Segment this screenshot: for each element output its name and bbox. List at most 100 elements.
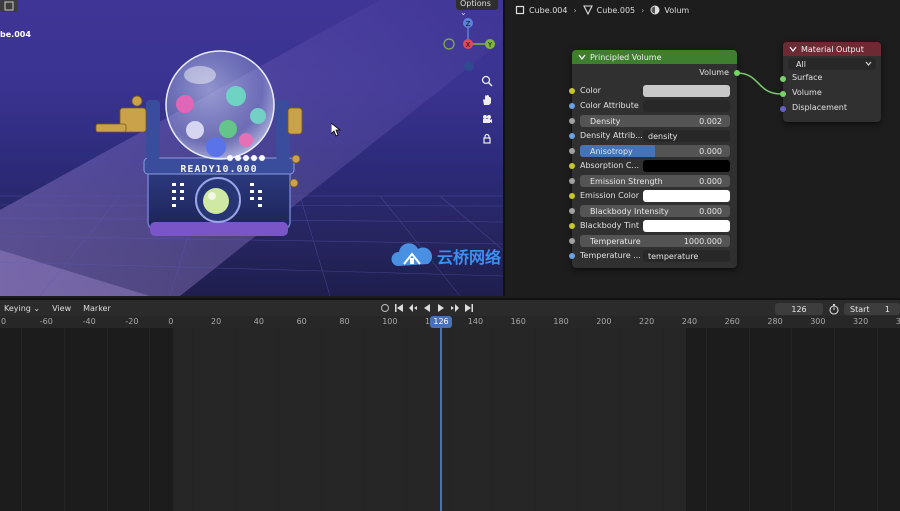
jump-to-keyframe-next-icon[interactable] xyxy=(450,303,460,313)
attribute-field-temperature[interactable]: temperature xyxy=(643,250,730,262)
output-volume-label: Volume xyxy=(699,68,729,77)
view-menu[interactable]: View xyxy=(52,304,71,313)
ruler-tick: 260 xyxy=(724,317,740,326)
input-socket-blackbody-tint[interactable] xyxy=(569,223,575,229)
collapse-chevron-icon[interactable] xyxy=(578,53,586,61)
shader-node-editor[interactable]: Cube.004 › Cube.005 › Volum Principled V… xyxy=(503,0,900,296)
play-icon[interactable] xyxy=(436,303,446,313)
node-header[interactable]: Material Output xyxy=(783,42,881,56)
attribute-field-density-attrib[interactable]: density xyxy=(643,130,730,142)
node-title: Material Output xyxy=(801,44,864,54)
frame-gridline xyxy=(320,328,322,511)
color-swatch-emission-color[interactable] xyxy=(643,190,730,202)
attribute-field-color-attribute[interactable] xyxy=(643,100,730,112)
slider-anisotropy[interactable]: Anisotropy 0.000 xyxy=(580,145,730,157)
input-surface-label: Surface xyxy=(792,73,823,82)
frame-gridline xyxy=(149,328,151,511)
input-socket-density[interactable] xyxy=(569,118,575,124)
input-label-blackbody-tint: Blackbody Tint xyxy=(580,221,640,230)
slider-value: 1000.000 xyxy=(683,236,722,246)
input-socket-temperature[interactable] xyxy=(569,253,575,259)
slider-temperature[interactable]: Temperature 1000.000 xyxy=(580,235,730,247)
input-socket-anisotropy[interactable] xyxy=(569,148,575,154)
ruler-tick: 40 xyxy=(253,317,264,326)
node-header[interactable]: Principled Volume xyxy=(572,50,737,64)
material-output-node[interactable]: Material Output All Surface Volume Displ… xyxy=(780,42,881,122)
axis-z-label: Z xyxy=(466,20,471,28)
playhead-frame-badge[interactable]: 126 xyxy=(430,316,452,328)
timeline-area[interactable] xyxy=(0,328,900,511)
ruler-tick: 280 xyxy=(767,317,783,326)
stopwatch-icon[interactable] xyxy=(828,303,840,315)
input-socket-emission-strength[interactable] xyxy=(569,178,575,184)
ruler-tick: 100 xyxy=(382,317,398,326)
machine-sign: READY10.000 xyxy=(180,164,257,175)
options-dropdown[interactable]: Options ⌄ xyxy=(456,0,498,17)
playback-controls xyxy=(380,303,474,313)
input-socket-blackbody-intensity[interactable] xyxy=(569,208,575,214)
playhead-line[interactable] xyxy=(440,316,442,511)
navigation-gizmo[interactable]: Z X Y xyxy=(440,16,500,74)
ruler-tick: 220 xyxy=(639,317,655,326)
3d-viewport[interactable]: READY10.000 be.004 Options ⌄ Z X Y 云桥网络 xyxy=(0,0,503,296)
jump-to-end-icon[interactable] xyxy=(464,303,474,313)
input-label-color-attribute: Color Attribute xyxy=(580,101,639,110)
frame-gridline xyxy=(663,328,664,511)
input-volume-socket[interactable] xyxy=(780,91,786,97)
input-displacement-socket[interactable] xyxy=(780,106,786,112)
frame-gridline xyxy=(834,328,836,511)
axis-neg-y-handle[interactable] xyxy=(443,38,455,50)
input-surface-socket[interactable] xyxy=(780,76,786,82)
axis-y-label: Y xyxy=(487,41,493,49)
slider-value: 0.000 xyxy=(699,146,722,156)
auto-keying-record-icon[interactable] xyxy=(380,303,390,313)
principled-volume-node[interactable]: Principled Volume Volume Color Color Attr… xyxy=(569,50,740,268)
slider-value: 0.000 xyxy=(699,176,722,186)
axis-neg-z-handle[interactable] xyxy=(464,61,474,71)
slider-blackbody-intensity[interactable]: Blackbody Intensity 0.000 xyxy=(580,205,730,217)
play-reverse-icon[interactable] xyxy=(422,303,432,313)
collapse-chevron-icon[interactable] xyxy=(789,45,797,53)
jump-to-keyframe-prev-icon[interactable] xyxy=(408,303,418,313)
start-frame-field[interactable]: Start 1 xyxy=(844,303,900,315)
zoom-icon[interactable] xyxy=(478,72,496,90)
frame-gridline xyxy=(106,328,108,511)
slider-density[interactable]: Density 0.002 xyxy=(580,115,730,127)
camera-view-icon[interactable] xyxy=(478,110,496,128)
ruler-tick: 140 xyxy=(467,317,484,326)
marker-menu[interactable]: Marker xyxy=(83,304,111,313)
ruler-tick: 0 xyxy=(168,317,174,326)
target-dropdown[interactable]: All xyxy=(788,58,876,70)
current-frame-field[interactable]: 126 xyxy=(775,303,823,315)
pan-hand-icon[interactable] xyxy=(478,91,496,109)
input-label-density-attrib: Density Attrib... xyxy=(580,131,643,140)
frame-gridline xyxy=(491,328,493,511)
input-label-color: Color xyxy=(580,86,601,95)
watermark-text: 云桥网络 xyxy=(437,248,502,267)
ruler-tick: -60 xyxy=(39,317,53,326)
keying-menu[interactable]: Keying ⌄ xyxy=(4,304,40,313)
jump-to-start-icon[interactable] xyxy=(394,303,404,313)
timeline-header: Keying ⌄ View Marker 126 Start 1 xyxy=(0,298,900,316)
slider-value: 0.000 xyxy=(699,206,722,216)
output-volume-socket[interactable] xyxy=(734,70,740,76)
color-swatch-absorption-c[interactable] xyxy=(643,160,730,172)
input-socket-color[interactable] xyxy=(569,88,575,94)
editor-type-button[interactable] xyxy=(0,0,18,12)
color-swatch-blackbody-tint[interactable] xyxy=(643,220,730,232)
ruler-tick: 20 xyxy=(211,317,222,326)
ruler-tick: 300 xyxy=(810,317,826,326)
input-socket-temperature[interactable] xyxy=(569,238,575,244)
playback-range xyxy=(173,328,686,511)
frame-gridline xyxy=(748,328,750,511)
frame-gridline xyxy=(791,328,793,511)
input-socket-density-attrib[interactable] xyxy=(569,133,575,139)
axis-x-label: X xyxy=(466,41,471,49)
ruler-tick: -20 xyxy=(125,317,139,326)
slider-emission-strength[interactable]: Emission Strength 0.000 xyxy=(580,175,730,187)
lock-icon[interactable] xyxy=(478,130,496,148)
input-socket-emission-color[interactable] xyxy=(569,193,575,199)
input-socket-absorption-c[interactable] xyxy=(569,163,575,169)
input-socket-color-attribute[interactable] xyxy=(569,103,575,109)
color-swatch-color[interactable] xyxy=(643,85,730,97)
